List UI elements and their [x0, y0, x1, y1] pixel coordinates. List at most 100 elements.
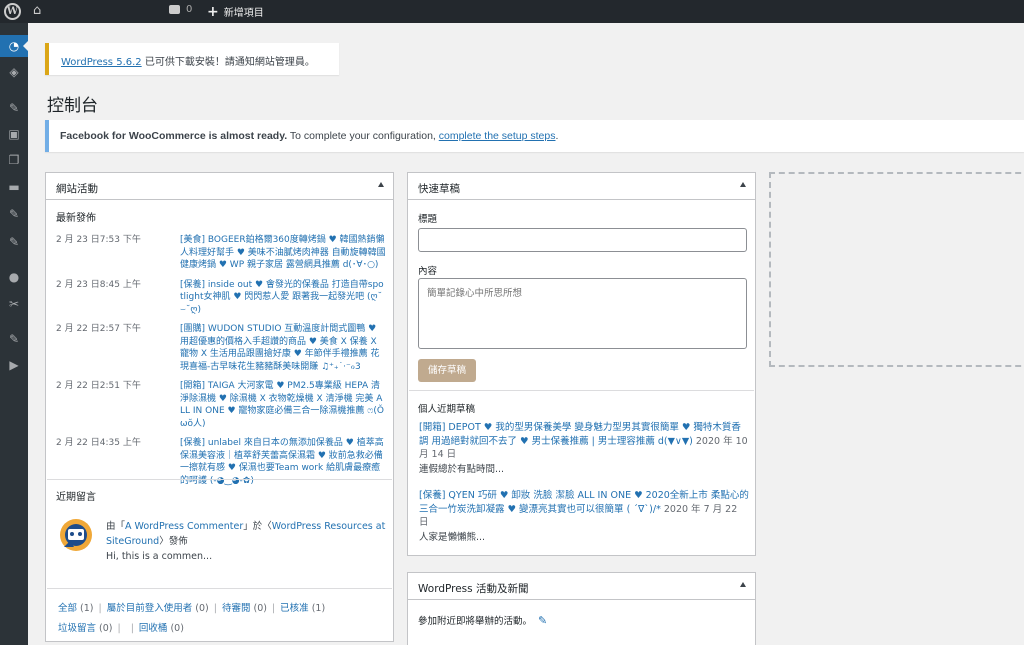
facebook-notice-text: To complete your configuration, — [287, 130, 439, 142]
admin-bar: W ⌂ 0 + 新增項目 — [0, 0, 1024, 23]
divider — [47, 588, 392, 589]
comment-status-links: 全部 (1) | 屬於目前登入使用者 (0) | 待審閱 (0) | 已核准 (1) 垃圾留言… — [58, 599, 388, 639]
draft-title-input[interactable] — [418, 228, 747, 252]
post-date: 2 月 23 日8:45 上午 — [56, 279, 141, 290]
comment-prefix: 由「 — [106, 521, 126, 532]
setup-steps-link[interactable]: complete the setup steps — [439, 130, 556, 142]
draft-item: [保養] QYEN 巧研 ♥ 卸妝 洗臉 潔臉 ALL IN ONE ♥ 202… — [419, 489, 749, 544]
avatar — [60, 519, 92, 551]
admin-bar-new-button[interactable]: + 新增項目 — [207, 3, 264, 20]
comment-mid: 」於〈 — [243, 521, 272, 532]
quick-draft-header: 快速草稿 — [408, 173, 755, 200]
separator: | — [98, 603, 102, 614]
pin-icon[interactable]: ✎ — [0, 97, 28, 119]
admin-sidebar: ◔ ◈ ✎ ▣ ❐ ▬ ✎ ✎ ● ✂ ✎ ▶ — [0, 23, 28, 645]
comment-filter-link[interactable]: 屬於目前登入使用者 (0) — [107, 603, 209, 614]
draft-excerpt: 連假總於有點時間... — [419, 463, 505, 475]
content-field-label: 內容 — [418, 266, 438, 277]
comment-filter-count: (0) — [170, 623, 184, 634]
list-item: 2 月 23 日7:53 下午 [美食] BOGEER鉑格爾360度轉烤鍋 ♥ 韓… — [56, 234, 386, 272]
comment-filter-label: 待審閱 — [221, 603, 251, 614]
events-title: WordPress 活動及新聞 — [418, 583, 529, 595]
draft-content-textarea[interactable] — [418, 278, 747, 349]
comment-filter-link[interactable]: 已核准 (1) — [280, 603, 325, 614]
separator: | — [271, 603, 276, 614]
update-text: 已可供下載安裝！請通知網站管理員。 — [141, 57, 315, 68]
draft-title-link[interactable]: [開箱] DEPOT ♥ 我的型男保養美學 變身魅力型男其實很簡單 ♥ 獨特木質… — [419, 422, 741, 447]
title-field-label: 標題 — [418, 214, 438, 225]
admin-bar-comments[interactable]: 0 — [169, 4, 192, 16]
facebook-notice-bold: Facebook for WooCommerce is almost ready… — [60, 130, 288, 142]
pencil-icon[interactable]: ✎ — [538, 614, 547, 627]
comment-filter-count: (1) — [311, 603, 326, 614]
comment-excerpt: Hi, this is a commen... — [106, 551, 213, 562]
comment-filter-link[interactable]: 回收桶 (0) — [139, 623, 184, 634]
layers-icon[interactable]: ◈ — [0, 61, 28, 83]
users-icon[interactable]: ● — [0, 266, 28, 288]
comment-filter-label: 全部 — [58, 603, 78, 614]
recent-published-title: 最新發佈 — [56, 213, 96, 224]
empty-widget-drop-zone[interactable] — [769, 172, 1024, 367]
post-title-link[interactable]: [團購] WUDON STUDIO 互動溫度計間式圖鴨 ♥ 用超優惠的價格入手超… — [180, 323, 386, 373]
list-item: 2 月 22 日2:57 下午 [團購] WUDON STUDIO 互動溫度計間式… — [56, 323, 386, 373]
post-date: 2 月 22 日2:51 下午 — [56, 381, 141, 391]
events-news-widget: WordPress 活動及新聞 參加附近即將舉辦的活動。 ✎ — [407, 572, 756, 645]
comment-filter-label: 已核准 — [280, 603, 309, 614]
comment-filter-label: 屬於目前登入使用者 — [106, 603, 193, 614]
list-item: 2 月 22 日2:51 下午 [開箱] TAIGA 大河家電 ♥ PM2.5專業… — [56, 380, 386, 430]
comment-filter-link[interactable]: 待審閱 (0) — [222, 603, 267, 614]
activity-widget-header: 網站活動 — [46, 173, 393, 200]
plus-icon: + — [207, 3, 219, 20]
comment-filter-label: 垃圾留言 — [58, 623, 97, 634]
divider — [47, 479, 392, 480]
list-item: 2 月 23 日8:45 上午 [保養] inside out ♥ 會發光的保養品… — [56, 279, 386, 317]
media-icon[interactable]: ▣ — [0, 123, 28, 145]
comments-count: 0 — [186, 4, 193, 15]
collapse-toggle-icon[interactable] — [740, 582, 746, 587]
save-draft-button[interactable]: 儲存草稿 — [418, 359, 476, 382]
pages-icon[interactable]: ❐ — [0, 149, 28, 171]
home-icon[interactable]: ⌂ — [33, 4, 41, 18]
post-title-link[interactable]: [美食] BOGEER鉑格爾360度轉烤鍋 ♥ 韓國熱銷懶人料理好幫手 ♥ 美味… — [180, 234, 386, 272]
activity-widget: 網站活動 最新發佈 2 月 23 日7:53 下午 [美食] BOGEER鉑格爾3… — [45, 172, 394, 642]
separator: | — [213, 603, 217, 614]
collapse-toggle-icon[interactable] — [378, 182, 384, 187]
facebook-notice-end: . — [555, 130, 559, 142]
facebook-notice: Facebook for WooCommerce is almost ready… — [45, 120, 1024, 152]
new-label: 新增項目 — [223, 8, 264, 19]
update-notice: WordPress 5.6.2 已可供下載安裝！請通知網站管理員。 — [45, 43, 339, 75]
post-date: 2 月 23 日7:53 下午 — [56, 235, 141, 245]
activity-widget-title: 網站活動 — [56, 183, 98, 195]
divider — [409, 390, 754, 391]
recent-drafts-title: 個人近期草稿 — [418, 404, 476, 415]
tools-icon[interactable]: ✂ — [0, 293, 28, 315]
comment-filter-count: (1) — [80, 603, 94, 614]
quick-draft-widget: 快速草稿 標題 內容 儲存草稿 個人近期草稿 [開箱] DEPOT ♥ 我的型男… — [407, 172, 756, 556]
comments-icon[interactable]: ▬ — [0, 176, 28, 198]
comment-filter-link[interactable]: 垃圾留言 (0) — [58, 623, 113, 634]
pin-icon[interactable]: ✎ — [0, 203, 28, 225]
collapse-toggle-icon[interactable] — [740, 182, 746, 187]
draft-item: [開箱] DEPOT ♥ 我的型男保養美學 變身魅力型男其實很簡單 ♥ 獨特木質… — [419, 421, 749, 476]
pin-icon[interactable]: ✎ — [0, 231, 28, 253]
update-link[interactable]: WordPress 5.6.2 — [61, 57, 142, 68]
wordpress-logo-icon[interactable]: W — [4, 3, 21, 20]
separator: | — [117, 623, 121, 634]
comment-filter-label: 回收桶 — [138, 623, 168, 634]
post-title-link[interactable]: [保養] inside out ♥ 會發光的保養品 打造自帶spotlight女… — [180, 279, 386, 317]
comment-suffix: 〉發佈 — [159, 536, 188, 547]
pin-icon[interactable]: ✎ — [0, 328, 28, 350]
play-icon[interactable]: ▶ — [0, 354, 28, 376]
dashboard-icon[interactable]: ◔ — [0, 35, 28, 57]
draft-excerpt: 人家是懶懶熊... — [419, 531, 486, 543]
post-title-link[interactable]: [開箱] TAIGA 大河家電 ♥ PM2.5專業級 HEPA 清淨除濕機 ♥ … — [180, 380, 386, 430]
comment-filter-count: (0) — [195, 603, 209, 614]
comment-author-link[interactable]: A WordPress Commenter — [125, 521, 243, 532]
post-date: 2 月 22 日2:57 下午 — [56, 324, 141, 334]
separator: | — [130, 623, 134, 634]
events-text-label: 參加附近即將舉辦的活動。 — [418, 616, 533, 627]
comment-filter-count: (0) — [253, 603, 267, 614]
recent-published-list: 2 月 23 日7:53 下午 [美食] BOGEER鉑格爾360度轉烤鍋 ♥ 韓… — [56, 234, 386, 494]
comment-filter-link[interactable]: 全部 (1) — [58, 603, 94, 614]
comment-filter-count: (0) — [99, 623, 113, 634]
